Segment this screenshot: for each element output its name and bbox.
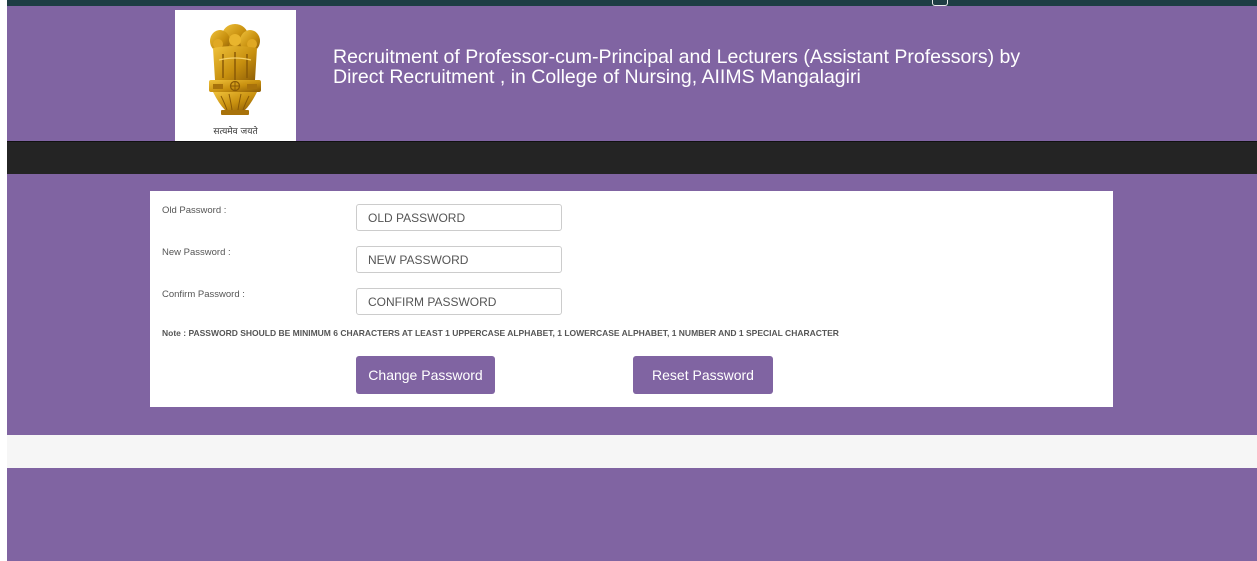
- confirm-password-input[interactable]: [356, 288, 562, 315]
- site-header: सत्यमेव जयते Recruitment of Professor-cu…: [7, 6, 1257, 141]
- page-title: Recruitment of Professor-cum-Principal a…: [333, 47, 1093, 87]
- change-password-button[interactable]: Change Password: [356, 356, 495, 394]
- page-footer: [7, 468, 1257, 561]
- old-password-label: Old Password :: [162, 205, 227, 216]
- page-title-line-1: Recruitment of Professor-cum-Principal a…: [333, 46, 1021, 68]
- confirm-password-label: Confirm Password :: [162, 289, 245, 300]
- emblem-motto: सत्यमेव जयते: [213, 127, 258, 137]
- new-password-input[interactable]: [356, 246, 562, 273]
- password-rules-note: Note : PASSWORD SHOULD BE MINIMUM 6 CHAR…: [162, 328, 839, 338]
- old-password-input[interactable]: [356, 204, 562, 231]
- footer-band: [7, 435, 1257, 468]
- change-password-form: Old Password : New Password : Confirm Pa…: [150, 191, 1113, 407]
- left-margin: [0, 0, 7, 561]
- national-emblem-icon: [209, 24, 261, 115]
- new-password-label: New Password :: [162, 247, 231, 258]
- nav-bar: [7, 141, 1257, 174]
- emblem-logo: सत्यमेव जयते: [175, 10, 296, 141]
- page-title-line-2: Direct Recruitment , in College of Nursi…: [333, 66, 861, 88]
- reset-password-button[interactable]: Reset Password: [633, 356, 773, 394]
